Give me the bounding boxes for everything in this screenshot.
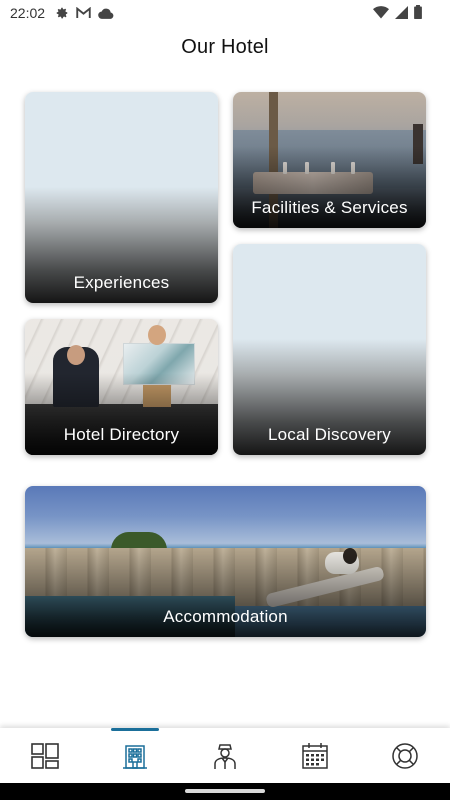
concierge-icon [214, 743, 236, 769]
status-bar: 22:02 [0, 0, 450, 26]
hotel-building-icon [123, 744, 147, 769]
cloud-icon [98, 8, 114, 19]
tile-image [148, 325, 166, 345]
status-icons-right [373, 5, 422, 19]
nav-item-dashboard[interactable] [0, 728, 90, 783]
nav-item-concierge[interactable] [180, 728, 270, 783]
signal-icon [395, 5, 408, 19]
tile-hotel-directory[interactable]: Hotel Directory [25, 319, 218, 455]
nav-item-help[interactable] [360, 728, 450, 783]
nav-item-calendar[interactable] [270, 728, 360, 783]
tile-label: Facilities & Services [251, 198, 408, 217]
tile-label: Hotel Directory [63, 425, 180, 444]
bottom-navigation [0, 728, 450, 783]
lifebuoy-icon [392, 742, 418, 769]
tile-image [67, 345, 85, 365]
tile-local-discovery[interactable]: Local Discovery [233, 244, 426, 455]
tile-experiences[interactable]: Experiences [25, 92, 218, 303]
dashboard-grid-icon [31, 742, 59, 769]
gmail-icon [76, 7, 91, 18]
tile-label: Local Discovery [268, 425, 391, 444]
tile-facilities-services[interactable]: Facilities & Services [233, 92, 426, 228]
tile-label: Accommodation [163, 607, 288, 626]
calendar-icon [302, 742, 328, 769]
tile-accommodation[interactable]: Accommodation [25, 486, 426, 637]
wifi-icon [373, 5, 389, 18]
status-icons-left [55, 6, 114, 20]
battery-icon [414, 5, 422, 19]
tile-label: Experiences [73, 273, 170, 292]
page-title: Our Hotel [181, 36, 269, 58]
status-time: 22:02 [10, 5, 46, 21]
gear-icon [56, 7, 68, 19]
home-gesture-handle[interactable] [185, 789, 265, 793]
nav-item-hotel[interactable] [90, 728, 180, 783]
